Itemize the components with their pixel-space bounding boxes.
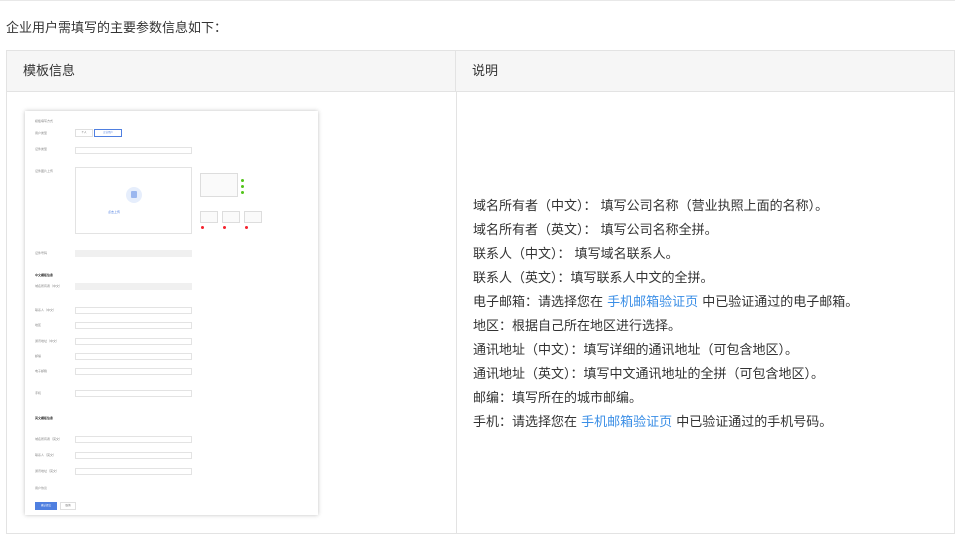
header-description: 说明 [456, 51, 954, 92]
error-dot-icon [245, 226, 248, 229]
desc-line: 联系人（英文）：填写联系人中文的全拼。 [473, 267, 948, 291]
label-id-type: 证件类型 [35, 147, 48, 151]
ok-dot-icon [241, 179, 244, 182]
ok-dot-icon [241, 185, 244, 188]
submit-button: 确认提交 [35, 502, 57, 510]
desc-text: 域名所有者（中文）： 填写公司名称（营业执照上面的名称）。 [473, 199, 829, 214]
label-user-type: 用户类型 [35, 131, 48, 135]
address-cn-field [75, 338, 192, 345]
column-divider [456, 92, 457, 534]
verify-page-link[interactable]: 手机邮箱验证页 [607, 295, 698, 310]
cancel-button: 取消 [60, 502, 76, 510]
desc-text: 通讯地址（中文）：填写详细的通讯地址（可包含地区）。 [473, 343, 799, 358]
example-image-3 [222, 211, 240, 223]
desc-line-phone: 手机：请选择您在 手机邮箱验证页 中已验证通过的手机号码。 [473, 411, 948, 435]
zip-field [75, 353, 192, 360]
desc-text: 中已验证通过的电子邮箱。 [698, 295, 859, 310]
intro-text: 企业用户需填写的主要参数信息如下： [6, 21, 228, 36]
label-region: 地区 [35, 323, 42, 327]
email-select [75, 368, 192, 375]
desc-line: 联系人（中文）： 填写域名联系人。 [473, 243, 948, 267]
desc-text: 联系人（中文）： 填写域名联系人。 [473, 247, 679, 262]
owner-en-field [75, 436, 192, 443]
desc-text: 通讯地址（英文）：填写中文通讯地址的全拼（可包含地区）。 [473, 367, 825, 382]
verify-page-link[interactable]: 手机邮箱验证页 [581, 415, 672, 430]
address-en-field [75, 468, 192, 475]
desc-line: 域名所有者（英文）： 填写公司名称全拼。 [473, 219, 948, 243]
desc-line: 邮编：填写所在的城市邮编。 [473, 387, 948, 411]
desc-text: 地区：根据自己所在地区进行选择。 [473, 319, 682, 334]
upload-box: 点击上传 [75, 167, 192, 234]
label-zip: 邮编 [35, 354, 42, 358]
option-enterprise: 企业用户 [94, 129, 122, 137]
owner-cn-field [75, 283, 192, 290]
header-template-info: 模板信息 [7, 51, 456, 92]
option-personal: 个人 [75, 129, 93, 137]
desc-line-email: 电子邮箱：请选择您在 手机邮箱验证页 中已验证通过的电子邮箱。 [473, 291, 948, 315]
label-fill-method: 模板填写方式 [35, 119, 54, 123]
label-phone: 手机 [35, 391, 42, 395]
top-divider [0, 0, 955, 1]
error-dot-icon [223, 226, 226, 229]
desc-text: 中已验证通过的手机号码。 [672, 415, 833, 430]
desc-text: 域名所有者（英文）： 填写公司名称全拼。 [473, 223, 718, 238]
label-email: 电子邮箱 [35, 369, 48, 373]
phone-select [75, 390, 192, 397]
label-id-upload: 证件图片上传 [35, 169, 54, 173]
desc-text: 联系人（英文）：填写联系人中文的全拼。 [473, 271, 714, 286]
params-table: 模板信息 说明 模板填写方式 用户类型 个人 企业用户 证件类型 证件图片上传 … [6, 50, 955, 534]
label-contact-cn: 联系人（中文） [35, 308, 57, 312]
upload-icon [126, 187, 142, 203]
label-owner-en: 域名所有者（英文） [35, 437, 63, 441]
desc-line: 地区：根据自己所在地区进行选择。 [473, 315, 948, 339]
section-cn-info: 中文模板信息 [35, 273, 54, 277]
example-image-2 [200, 211, 218, 223]
desc-line: 通讯地址（英文）：填写中文通讯地址的全拼（可包含地区）。 [473, 363, 948, 387]
label-contact-en: 联系人（英文） [35, 453, 57, 457]
error-dot-icon [201, 226, 204, 229]
example-image-1 [200, 173, 238, 197]
section-en-info: 英文模板信息 [35, 416, 54, 420]
ok-dot-icon [241, 191, 244, 194]
template-form-image: 模板填写方式 用户类型 个人 企业用户 证件类型 证件图片上传 点击上传 证件号… [25, 111, 318, 515]
upload-text: 点击上传 [108, 210, 121, 214]
desc-text: 手机：请选择您在 [473, 415, 582, 430]
description-list: 域名所有者（中文）： 填写公司名称（营业执照上面的名称）。 域名所有者（英文）：… [473, 195, 948, 435]
desc-text: 电子邮箱：请选择您在 [473, 295, 608, 310]
label-id-number: 证件号码 [35, 251, 48, 255]
label-address-en: 通讯地址（英文） [35, 469, 60, 473]
desc-text: 邮编：填写所在的城市邮编。 [473, 391, 643, 406]
contact-en-field [75, 452, 192, 459]
label-agreement: 用户协议 [35, 486, 48, 490]
label-owner-cn: 域名所有者（中文） [35, 284, 63, 288]
desc-line: 域名所有者（中文）： 填写公司名称（营业执照上面的名称）。 [473, 195, 948, 219]
desc-line: 通讯地址（中文）：填写详细的通讯地址（可包含地区）。 [473, 339, 948, 363]
id-type-select [75, 147, 192, 154]
region-select [75, 322, 192, 329]
label-address-cn: 通讯地址（中文） [35, 339, 60, 343]
id-number-field [75, 250, 192, 257]
contact-cn-field [75, 307, 192, 314]
example-image-4 [244, 211, 262, 223]
